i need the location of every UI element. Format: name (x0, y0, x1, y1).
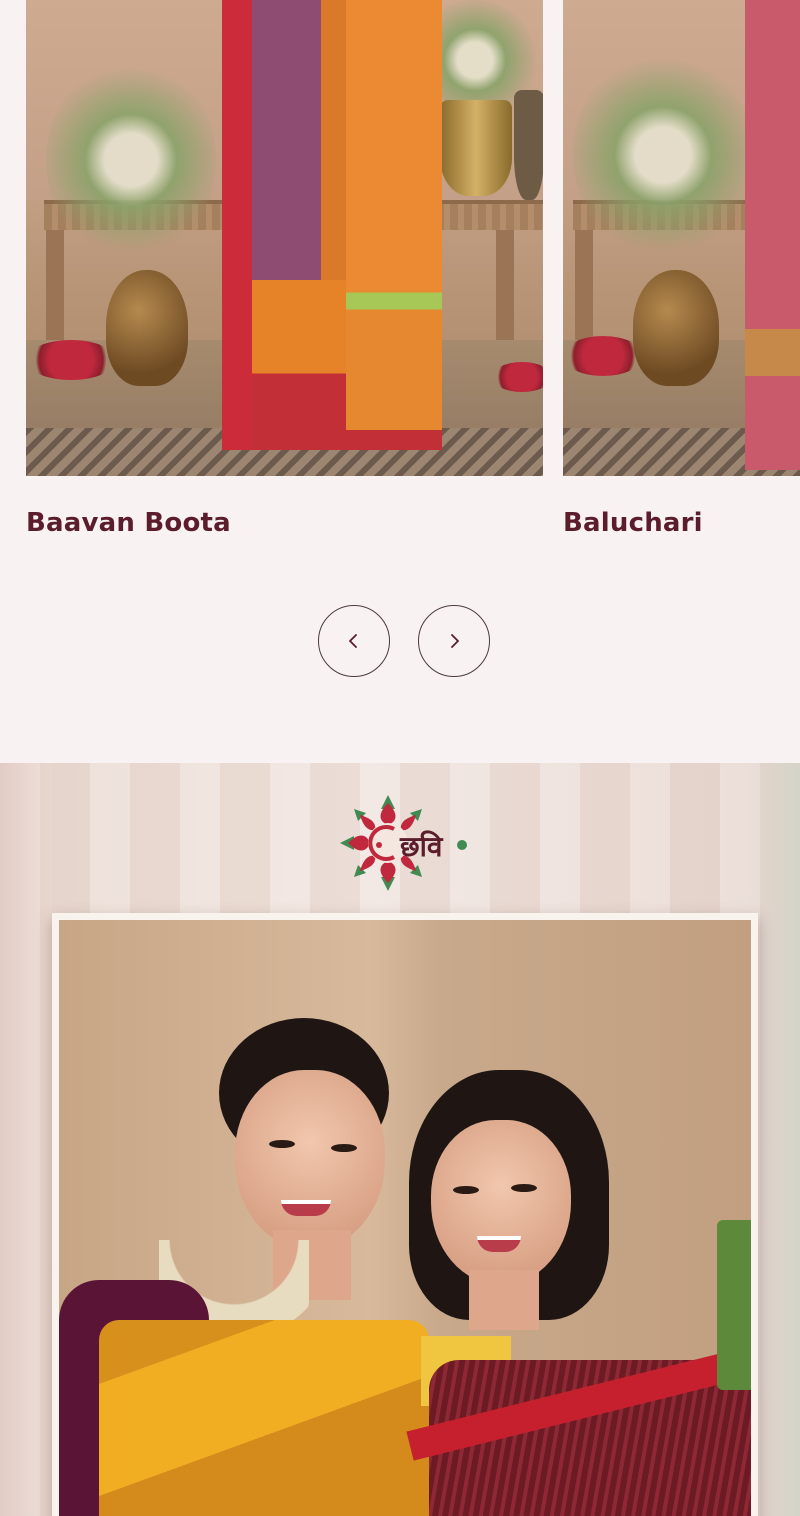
carousel-prev-button[interactable] (318, 605, 390, 677)
chhavi-logo[interactable]: छवि (338, 793, 470, 893)
campaign-photo[interactable] (59, 920, 751, 1516)
product-card[interactable]: Baluchari (563, 0, 800, 548)
chhavi-campaign-banner[interactable]: छवि (0, 763, 800, 1516)
chevron-left-icon (349, 634, 357, 648)
product-carousel: Baavan Boota Baluchari (0, 0, 800, 763)
chevron-right-icon (451, 634, 459, 648)
product-title[interactable]: Baluchari (563, 508, 800, 548)
product-image-baavan-boota[interactable] (26, 0, 543, 476)
product-card[interactable]: Baavan Boota (26, 0, 543, 548)
carousel-next-button[interactable] (418, 605, 490, 677)
campaign-photo-frame[interactable] (52, 913, 758, 1516)
product-title[interactable]: Baavan Boota (26, 508, 543, 548)
product-image-baluchari[interactable] (563, 0, 800, 476)
logo-text: छवि (400, 830, 443, 863)
